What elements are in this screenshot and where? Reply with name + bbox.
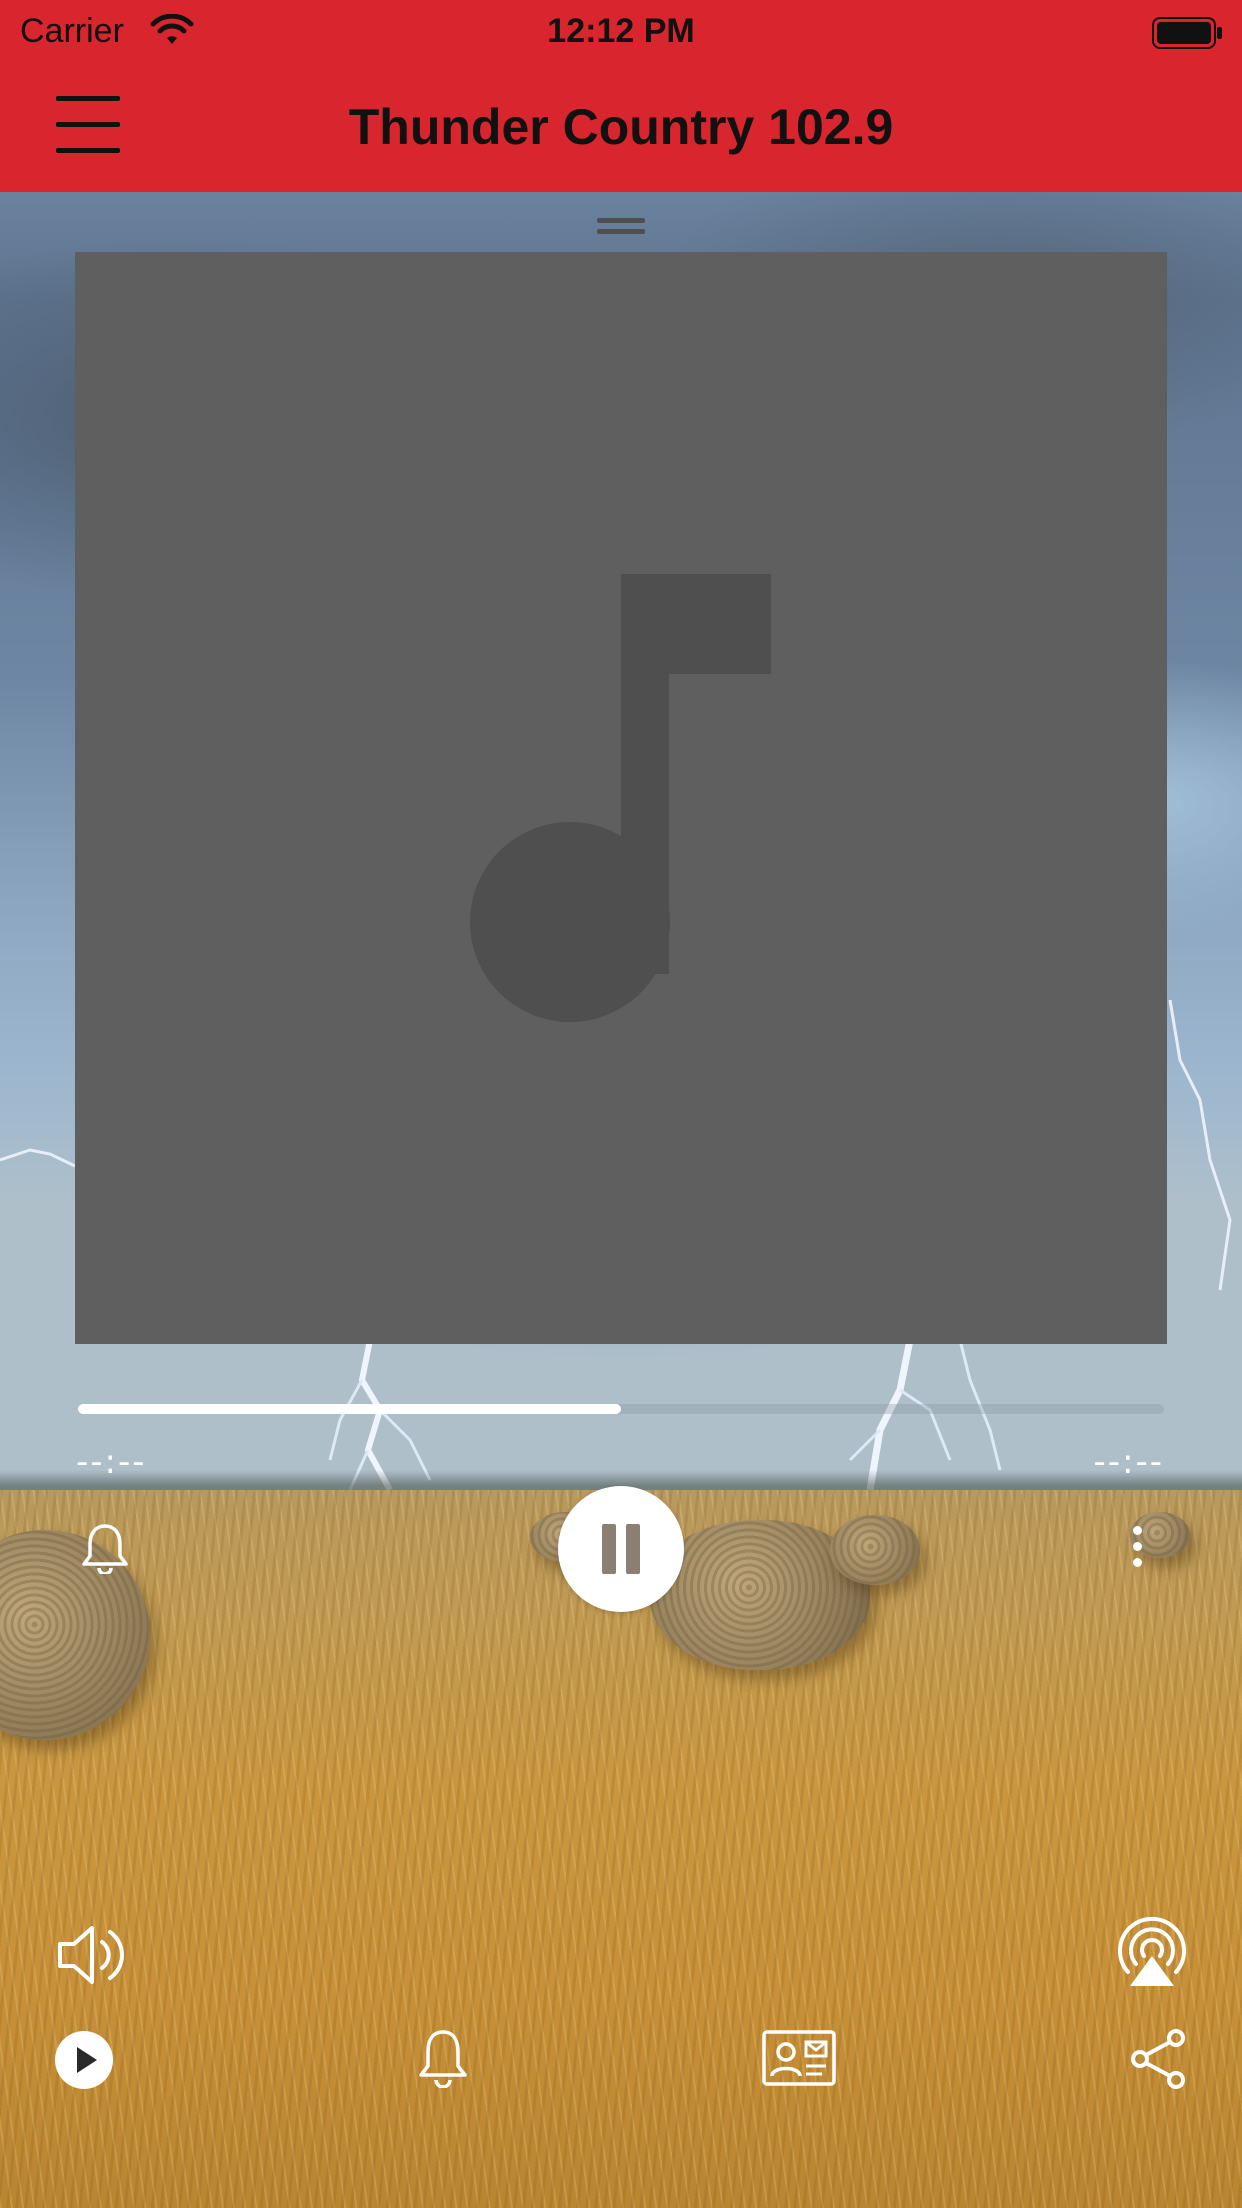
alarm-bell-icon[interactable] (80, 1522, 130, 1574)
status-time: 12:12 PM (547, 12, 695, 50)
station-title: Thunder Country 102.9 (348, 99, 894, 155)
battery-icon (1152, 17, 1222, 49)
airplay-icon[interactable] (1112, 1916, 1192, 1988)
hay-bale (830, 1515, 920, 1585)
share-icon[interactable] (1128, 2028, 1188, 2090)
pause-icon (602, 1524, 616, 1574)
more-vertical-icon[interactable] (1128, 1524, 1148, 1570)
status-bar: Carrier 12:12 PM (0, 0, 1242, 62)
lightning-edge-left (0, 1148, 76, 1168)
speaker-volume-icon[interactable] (56, 1922, 132, 1988)
pause-icon-bar (626, 1524, 640, 1574)
pause-button[interactable] (558, 1486, 684, 1612)
bell-icon[interactable] (416, 2026, 470, 2088)
music-note-icon (470, 574, 771, 1022)
bottom-toolbar (0, 2020, 1242, 2100)
progress-bar[interactable] (78, 1404, 1164, 1414)
time-remaining: --:-- (1093, 1442, 1164, 1482)
contact-card-icon[interactable] (762, 2030, 836, 2086)
lightning-edge-right (1168, 1000, 1232, 1291)
album-artwork (75, 252, 1167, 1344)
play-circle-icon[interactable] (54, 2030, 114, 2090)
drag-handle[interactable] (597, 218, 645, 238)
time-elapsed: --:-- (76, 1442, 147, 1482)
progress-fill (78, 1404, 621, 1414)
nav-bar: Thunder Country 102.9 (0, 62, 1242, 192)
